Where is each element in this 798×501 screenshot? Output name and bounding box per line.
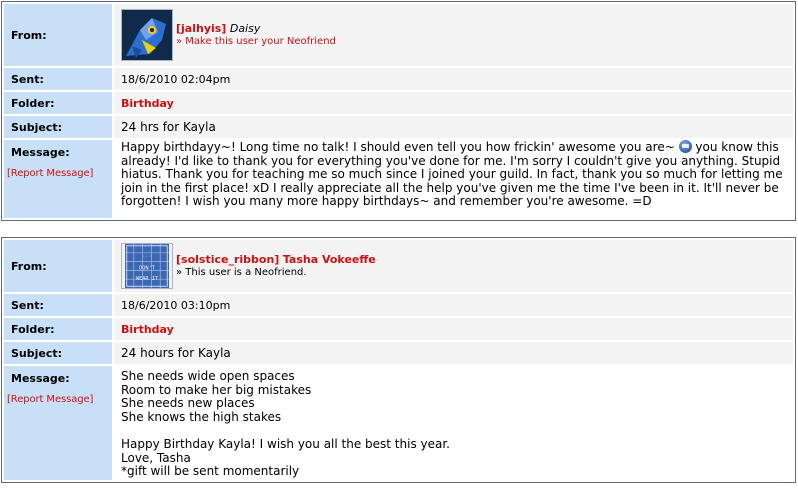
from-display-name: Tasha Vokeeffe [282,252,376,266]
sent-value: 18/6/2010 02:04pm [114,68,793,90]
message-line: Love, Tasha [121,450,191,465]
from-username[interactable]: [jalhyis] [176,22,226,35]
message-label-cell: Message: [Report Message] [4,366,112,480]
message-line: She needs new places [121,396,255,411]
blue-tile-avatar[interactable]: ... DON'T WEAR IT [121,243,173,289]
message-label-cell: Message: [Report Message] [4,140,112,218]
message-line: Room to make her big mistakes [121,382,312,397]
from-label: From: [4,4,112,66]
subject-value: 24 hours for Kayla [114,342,793,364]
sent-label: Sent: [4,68,112,90]
message-panel: From: [jalhyis] Daisy » Make this user y… [1,1,796,221]
message-line: *gift will be sent momentarily [121,464,300,479]
smiley-icon [678,140,692,153]
message-line: She knows the high stakes [121,409,282,424]
add-neofriend-link[interactable]: » Make this user your Neofriend [176,36,336,47]
subject-label: Subject: [4,116,112,138]
folder-value[interactable]: Birthday [114,318,793,340]
folder-value[interactable]: Birthday [114,92,793,114]
message-label: Message: [11,146,70,159]
message-table: From: ... DON'T WEAR IT [solstice_ribbon… [2,238,795,482]
message-line [121,424,786,438]
message-table: From: [jalhyis] Daisy » Make this user y… [2,2,795,220]
message-line: Happy Birthday Kayla! I wish you all the… [121,436,450,451]
message-body: Happy birthdayy~! Long time no talk! I s… [114,140,793,218]
from-value: [jalhyis] Daisy » Make this user your Ne… [114,4,793,66]
sent-label: Sent: [4,294,112,316]
avatar-caption-1: ... [142,252,152,258]
report-message-link[interactable]: [Report Message] [7,168,105,179]
message-text-part1: Happy birthdayy~! Long time no talk! I s… [121,140,675,154]
from-label: From: [4,240,112,292]
message-body: She needs wide open spaces Room to make … [114,366,793,480]
avatar-caption-2: DON'T [139,266,156,272]
subject-value: 24 hrs for Kayla [114,116,793,138]
message-label: Message: [11,372,70,385]
subject-label: Subject: [4,342,112,364]
from-value: ... DON'T WEAR IT [solstice_ribbon] Tash… [114,240,793,292]
from-username[interactable]: [solstice_ribbon] [176,253,279,266]
sent-value: 18/6/2010 03:10pm [114,294,793,316]
from-display-name: Daisy [229,21,261,35]
message-line: She needs wide open spaces [121,369,295,383]
folder-label: Folder: [4,92,112,114]
blue-bird-avatar[interactable] [121,9,173,61]
neofriend-status: » This user is a Neofriend. [176,266,307,278]
avatar-caption-3: WEAR IT [136,276,159,282]
report-message-link[interactable]: [Report Message] [7,394,105,405]
folder-label: Folder: [4,318,112,340]
message-panel: From: ... DON'T WEAR IT [solstice_ribbon… [1,237,796,483]
